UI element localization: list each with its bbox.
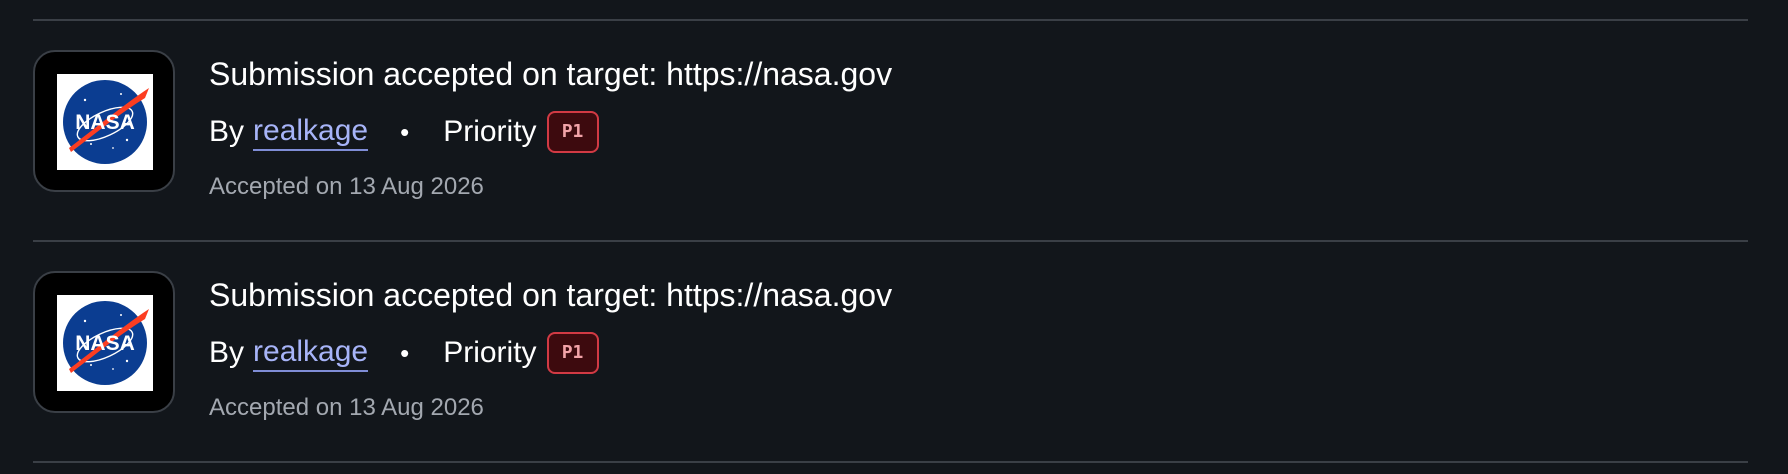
submission-item: NASA Submission accepted on target: http… xyxy=(0,0,1788,220)
accepted-date: Accepted on 13 Aug 2026 xyxy=(209,394,484,421)
separator-dot: • xyxy=(400,338,410,368)
submission-meta: By realkage • Priority P1 xyxy=(209,331,599,375)
program-logo[interactable]: NASA xyxy=(33,50,175,192)
by-label: By xyxy=(209,115,245,148)
submission-feed: NASA Submission accepted on target: http… xyxy=(0,0,1788,474)
priority-label: Priority xyxy=(443,115,537,148)
program-logo[interactable]: NASA xyxy=(33,271,175,413)
submission-item: NASA Submission accepted on target: http… xyxy=(0,221,1788,441)
nasa-logo-text: NASA xyxy=(75,332,135,355)
priority-label: Priority xyxy=(443,336,537,369)
author-link[interactable]: realkage xyxy=(253,335,369,372)
nasa-logo-icon: NASA xyxy=(57,295,153,391)
separator-dot: • xyxy=(400,117,410,147)
submission-title: Submission accepted on target: https://n… xyxy=(209,277,893,313)
author-link[interactable]: realkage xyxy=(253,114,369,151)
priority-badge: P1 xyxy=(546,332,599,374)
submission-title: Submission accepted on target: https://n… xyxy=(209,56,893,92)
nasa-logo-text: NASA xyxy=(75,111,135,134)
nasa-logo-icon: NASA xyxy=(57,74,153,170)
submission-meta: By realkage • Priority P1 xyxy=(209,110,599,154)
accepted-date: Accepted on 13 Aug 2026 xyxy=(209,173,484,200)
by-label: By xyxy=(209,336,245,369)
divider xyxy=(33,461,1748,463)
priority-badge: P1 xyxy=(546,111,599,153)
